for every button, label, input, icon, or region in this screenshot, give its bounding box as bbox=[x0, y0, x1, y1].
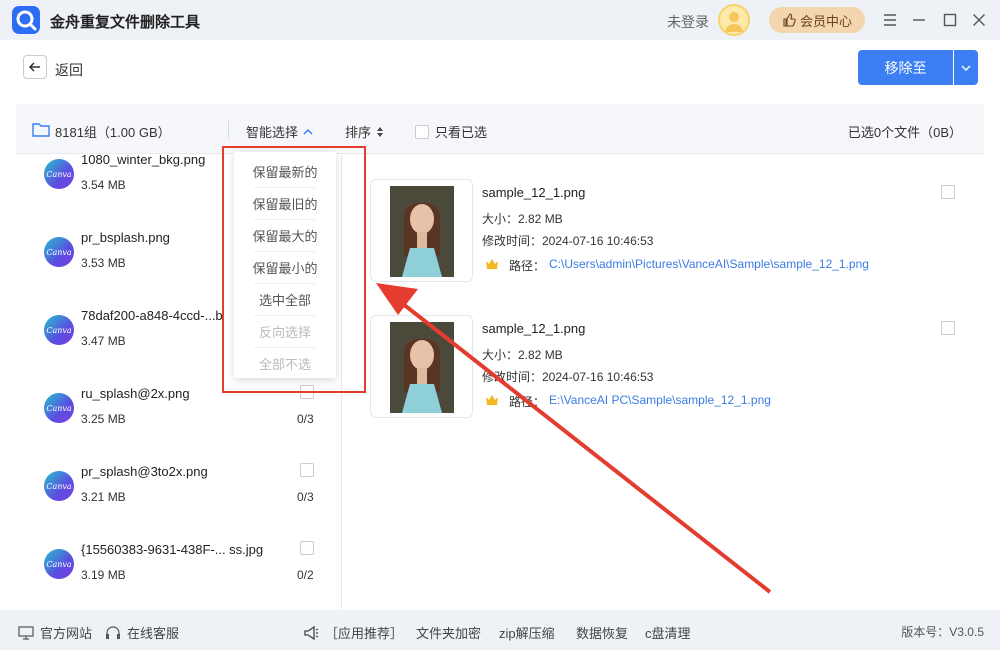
online-service-label: 在线客服 bbox=[127, 623, 179, 642]
group-selection-count: 0/3 bbox=[297, 412, 314, 426]
only-selected-checkbox[interactable] bbox=[415, 125, 429, 139]
group-selection-count: 0/2 bbox=[297, 568, 314, 582]
online-service-link[interactable]: 在线客服 bbox=[105, 623, 179, 642]
path-label: 路径： bbox=[509, 393, 545, 410]
crown-icon bbox=[485, 394, 499, 406]
version-label: 版本号：V3.0.5 bbox=[901, 623, 984, 640]
file-name: ru_splash@2x.png bbox=[81, 386, 190, 401]
app-logo-icon bbox=[12, 6, 40, 34]
duplicate-file-card[interactable]: sample_12_1.png 大小：2.82 MB 修改时间：2024-07-… bbox=[370, 179, 970, 285]
file-size: 大小：2.82 MB bbox=[482, 346, 563, 363]
file-name: 1080_winter_bkg.png bbox=[81, 155, 205, 167]
chevron-up-icon bbox=[302, 126, 314, 138]
canva-icon: Canva bbox=[44, 315, 74, 345]
move-to-dropdown[interactable] bbox=[954, 50, 978, 85]
file-checkbox[interactable] bbox=[941, 185, 955, 199]
list-item[interactable]: Canva ru_splash@2x.png 3.25 MB 0/3 bbox=[16, 389, 342, 467]
vip-center-button[interactable]: 会员中心 bbox=[769, 7, 865, 33]
file-name: pr_splash@3to2x.png bbox=[81, 464, 208, 479]
file-path-link[interactable]: C:\Users\admin\Pictures\VanceAI\Sample\s… bbox=[549, 257, 869, 271]
chevron-down-icon bbox=[960, 62, 972, 74]
crown-icon bbox=[485, 258, 499, 270]
data-recovery-link[interactable]: 数据恢复 bbox=[576, 623, 628, 642]
canva-icon: Canva bbox=[44, 471, 74, 501]
menu-icon[interactable] bbox=[880, 10, 900, 30]
modified-time: 修改时间：2024-07-16 10:46:53 bbox=[482, 368, 653, 385]
canva-icon: Canva bbox=[44, 549, 74, 579]
sort-label: 排序 bbox=[345, 122, 371, 141]
back-button[interactable] bbox=[23, 55, 47, 79]
official-site-link[interactable]: 官方网站 bbox=[18, 623, 92, 642]
file-name: 78daf200-a848-4ccd-...b bbox=[81, 308, 223, 323]
group-selection-count: 0/3 bbox=[297, 490, 314, 504]
footer-bar: 官方网站 在线客服 ［应用推荐］ 文件夹加密 zip解压缩 数据恢复 c盘清理 … bbox=[0, 610, 1000, 650]
portrait-thumbnail bbox=[390, 322, 454, 413]
thumbs-up-icon bbox=[782, 13, 796, 27]
file-name: sample_12_1.png bbox=[482, 185, 585, 200]
file-name: pr_bsplash.png bbox=[81, 230, 170, 245]
monitor-icon bbox=[18, 626, 34, 640]
thumbnail-frame bbox=[370, 315, 473, 418]
file-name: sample_12_1.png bbox=[482, 321, 585, 336]
group-checkbox[interactable] bbox=[300, 541, 314, 555]
close-icon[interactable] bbox=[969, 10, 989, 30]
maximize-icon[interactable] bbox=[940, 10, 960, 30]
duplicate-file-card[interactable]: sample_12_1.png 大小：2.82 MB 修改时间：2024-07-… bbox=[370, 315, 970, 421]
megaphone-icon bbox=[303, 626, 319, 640]
file-checkbox[interactable] bbox=[941, 321, 955, 335]
group-checkbox[interactable] bbox=[300, 463, 314, 477]
highlight-box bbox=[222, 146, 366, 393]
group-summary: 8181组（1.00 GB） bbox=[55, 122, 171, 141]
file-path-link[interactable]: E:\VanceAI PC\Sample\sample_12_1.png bbox=[549, 393, 771, 407]
smart-select-label: 智能选择 bbox=[246, 122, 298, 141]
list-item[interactable]: Canva {15560383-9631-438F-... ss.jpg 3.1… bbox=[16, 545, 342, 610]
move-to-button[interactable]: 移除至 bbox=[858, 50, 953, 85]
file-size: 3.54 MB bbox=[81, 178, 126, 192]
app-title: 金舟重复文件删除工具 bbox=[50, 11, 200, 32]
file-name: {15560383-9631-438F-... ss.jpg bbox=[81, 542, 263, 557]
zip-link[interactable]: zip解压缩 bbox=[499, 623, 555, 642]
app-recommend-label: ［应用推荐］ bbox=[325, 623, 403, 642]
smart-select-button[interactable]: 智能选择 bbox=[246, 122, 314, 141]
only-selected-toggle[interactable]: 只看已选 bbox=[415, 122, 487, 141]
arrow-left-icon bbox=[28, 60, 42, 74]
title-bar: 金舟重复文件删除工具 未登录 会员中心 bbox=[0, 0, 1000, 40]
file-size: 3.21 MB bbox=[81, 490, 126, 504]
toolbar: 8181组（1.00 GB） 智能选择 排序 只看已选 已选0个文件（0B） bbox=[16, 104, 984, 154]
toolbar-divider bbox=[228, 121, 229, 139]
file-size: 3.25 MB bbox=[81, 412, 126, 426]
selected-count: 已选0个文件（0B） bbox=[848, 122, 962, 141]
sort-button[interactable]: 排序 bbox=[345, 122, 385, 141]
minimize-icon[interactable] bbox=[909, 10, 929, 30]
sort-icon bbox=[375, 126, 385, 138]
canva-icon: Canva bbox=[44, 159, 74, 189]
list-item[interactable]: Canva pr_splash@3to2x.png 3.21 MB 0/3 bbox=[16, 467, 342, 545]
modified-time: 修改时间：2024-07-16 10:46:53 bbox=[482, 232, 653, 249]
file-size: 大小：2.82 MB bbox=[482, 210, 563, 227]
vip-label: 会员中心 bbox=[800, 11, 852, 30]
c-drive-clean-link[interactable]: c盘清理 bbox=[645, 623, 691, 642]
login-status[interactable]: 未登录 bbox=[667, 12, 709, 32]
canva-icon: Canva bbox=[44, 393, 74, 423]
app-recommend: ［应用推荐］ bbox=[303, 623, 403, 642]
file-size: 3.53 MB bbox=[81, 256, 126, 270]
official-site-label: 官方网站 bbox=[40, 623, 92, 642]
folder-encrypt-link[interactable]: 文件夹加密 bbox=[416, 623, 481, 642]
path-label: 路径： bbox=[509, 257, 545, 274]
back-label[interactable]: 返回 bbox=[55, 60, 83, 80]
avatar[interactable] bbox=[718, 4, 750, 36]
headset-icon bbox=[105, 626, 121, 640]
only-selected-label: 只看已选 bbox=[435, 122, 487, 141]
canva-icon: Canva bbox=[44, 237, 74, 267]
folder-icon bbox=[32, 121, 50, 137]
portrait-thumbnail bbox=[390, 186, 454, 277]
thumbnail-frame bbox=[370, 179, 473, 282]
file-size: 3.19 MB bbox=[81, 568, 126, 582]
file-size: 3.47 MB bbox=[81, 334, 126, 348]
